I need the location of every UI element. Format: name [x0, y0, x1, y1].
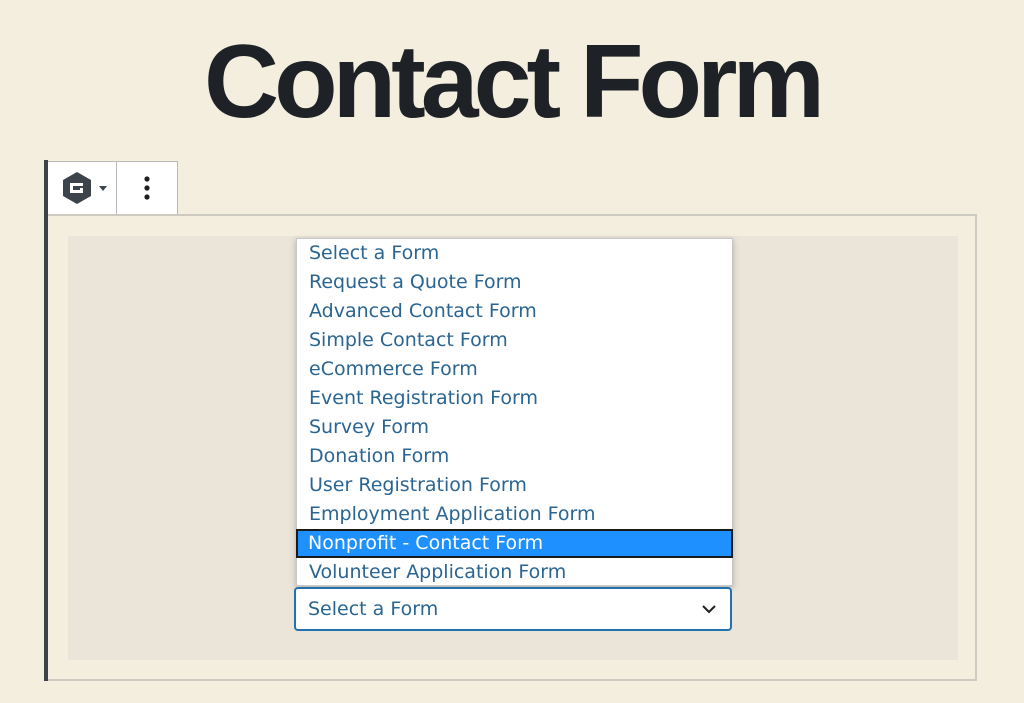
dropdown-option[interactable]: Event Registration Form: [297, 384, 732, 413]
vertical-ellipsis-icon: [144, 176, 150, 200]
block-toolbar: [48, 161, 178, 215]
page-title: Contact Form: [204, 24, 825, 140]
dropdown-option[interactable]: eCommerce Form: [297, 355, 732, 384]
dropdown-option[interactable]: Select a Form: [297, 239, 732, 268]
dropdown-option[interactable]: Survey Form: [297, 413, 732, 442]
dropdown-option[interactable]: Donation Form: [297, 442, 732, 471]
gravity-forms-logo-icon: [62, 172, 91, 204]
dropdown-option[interactable]: User Registration Form: [297, 471, 732, 500]
form-select-dropdown-list: Select a Form Request a Quote Form Advan…: [296, 238, 733, 586]
dropdown-option[interactable]: Request a Quote Form: [297, 268, 732, 297]
select-value: Select a Form: [308, 598, 439, 620]
more-options-button[interactable]: [117, 162, 177, 214]
form-select[interactable]: Select a Form: [294, 587, 732, 631]
block-switcher-button[interactable]: [48, 162, 118, 214]
dropdown-option[interactable]: Simple Contact Form: [297, 326, 732, 355]
caret-down-icon: [98, 186, 107, 191]
dropdown-option[interactable]: Advanced Contact Form: [297, 297, 732, 326]
dropdown-option-highlighted[interactable]: Nonprofit - Contact Form: [296, 529, 733, 558]
chevron-down-icon: [702, 605, 716, 614]
dropdown-option[interactable]: Volunteer Application Form: [297, 558, 732, 587]
dropdown-option[interactable]: Employment Application Form: [297, 500, 732, 529]
